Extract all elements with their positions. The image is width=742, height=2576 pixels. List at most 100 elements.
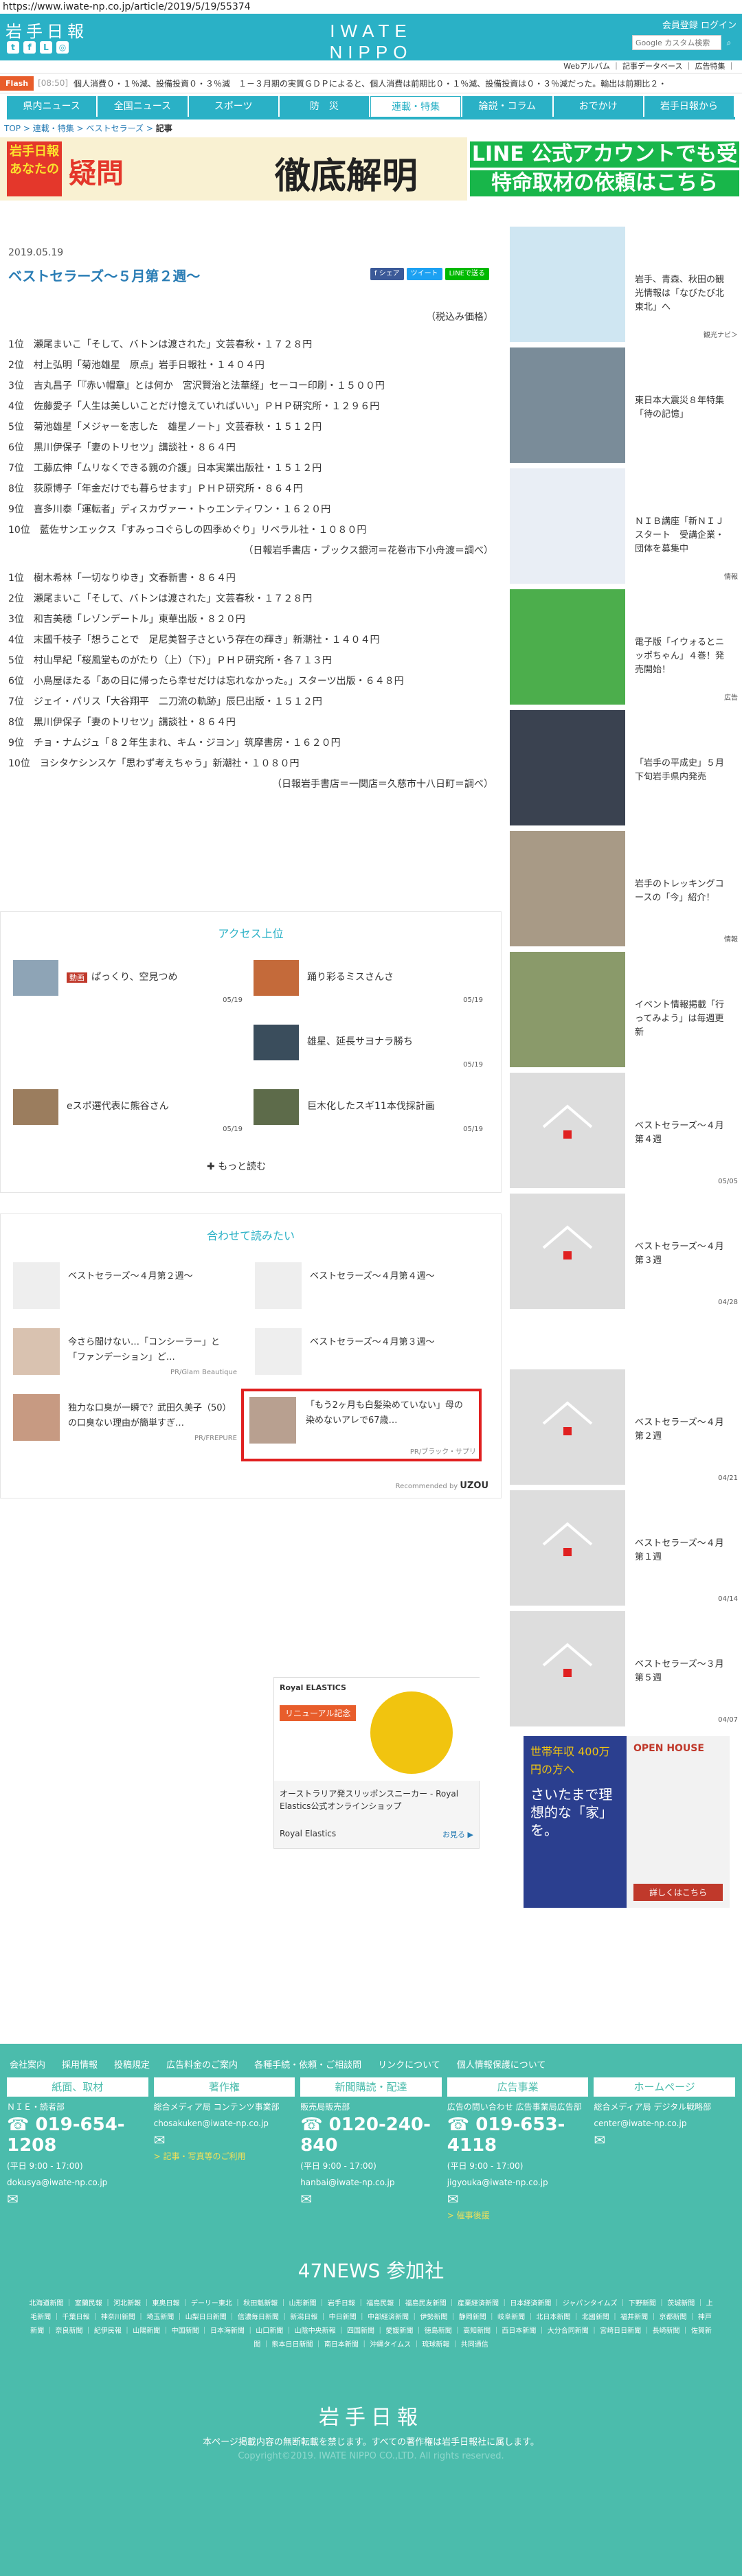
nav-item[interactable]: 県内ニュース bbox=[7, 96, 97, 117]
ranking-item: 4位 佐藤愛子「人生は美しいことだけ憶えていればいい」ＰＨＰ研究所・１２９６円 bbox=[8, 401, 380, 412]
banner-headline: 徹底解明 bbox=[275, 155, 418, 197]
flash-label: Flash bbox=[0, 76, 34, 91]
related-item[interactable]: ベストセラーズ～４月第２週～ bbox=[13, 1262, 240, 1310]
header-right: 会員登録 ログイン ⌕ bbox=[632, 18, 737, 50]
ranking-item: 8位 黒川伊保子「妻のトリセツ」講談社・８６４円 bbox=[8, 717, 236, 728]
side-item[interactable]: ベストセラーズ～４月第２週 04/21 bbox=[510, 1369, 742, 1488]
access-item[interactable]: eスポ選代表に熊谷さん 05/19 bbox=[13, 1089, 247, 1137]
access-item[interactable]: 動画 ぱっくり、空見つめ 05/19 bbox=[13, 960, 247, 1008]
line-share-button[interactable]: LINEで送る bbox=[445, 268, 489, 280]
email[interactable]: dokusya@iwate-np.co.jp bbox=[7, 2176, 148, 2189]
side-item[interactable]: 「岩手の平成史」５月下旬岩手県内発売 bbox=[510, 710, 742, 828]
side-title: イベント情報掲載「行ってみよう」は毎週更新 bbox=[635, 1000, 725, 1038]
line-banner[interactable]: LINE 公式アカウントでも受付 bbox=[470, 141, 739, 192]
side-tag: 広告 bbox=[724, 694, 738, 702]
footer-link[interactable]: 各種手続・依頼・ご相談問 bbox=[254, 2058, 361, 2071]
footer-col: 広告事業 広告の問い合わせ 広告事業局広告部 ☎ 019-653-4118 (平日 9… bbox=[447, 2077, 589, 2222]
instagram-icon[interactable]: ◎ bbox=[56, 41, 69, 54]
side-item[interactable]: ＮＩＢ講座「新ＮＩＪスタート 受講企業・団体を募集中 情報 bbox=[510, 468, 742, 586]
mail-icon[interactable]: ✉ bbox=[300, 2192, 442, 2206]
email[interactable]: center@iwate-np.co.jp bbox=[594, 2117, 735, 2130]
search-input[interactable] bbox=[632, 35, 721, 50]
breadcrumb-links[interactable]: TOP > 連載・特集 > ベストセラーズ > bbox=[4, 124, 156, 133]
search-button[interactable]: ⌕ bbox=[721, 35, 737, 50]
nav-item[interactable]: 全国ニュース bbox=[98, 96, 188, 117]
copyright: Copyright©2019. IWATE NIPPO CO.,LTD. All… bbox=[238, 2451, 504, 2461]
access-item-date: 05/19 bbox=[463, 1126, 483, 1133]
side-date: 04/21 bbox=[718, 1474, 738, 1482]
facebook-share-button[interactable]: f シェア bbox=[370, 268, 404, 280]
footer-link[interactable]: 会社案内 bbox=[10, 2058, 45, 2071]
side-item[interactable]: ベストセラーズ～４月第４週 05/05 bbox=[510, 1073, 742, 1191]
nav-item[interactable]: 岩手日報から bbox=[644, 96, 734, 117]
footer-link[interactable]: 個人情報保護について bbox=[457, 2058, 546, 2071]
related-item[interactable]: 今さら聞けない…「コンシーラー」と「ファンデーション」ど… PR/Glam Be… bbox=[13, 1328, 240, 1376]
line-icon[interactable]: L bbox=[40, 41, 52, 54]
access-item-text: ぱっくり、空見つめ bbox=[91, 972, 178, 983]
footer-link[interactable]: 投稿規定 bbox=[114, 2058, 150, 2071]
related-item[interactable]: 独力な口臭が一瞬で？武田久美子（50）の口臭ない理由が簡単すぎ… PR/FREP… bbox=[13, 1394, 240, 1442]
side-item[interactable]: ベストセラーズ～４月第３週 04/28 bbox=[510, 1194, 742, 1312]
side-item[interactable]: 岩手のトレッキングコースの「今」紹介！ 情報 bbox=[510, 831, 742, 949]
iwate-nippo-logo-icon bbox=[542, 1522, 593, 1556]
side-item[interactable]: イベント情報掲載「行ってみよう」は毎週更新 bbox=[510, 952, 742, 1070]
nav-item[interactable]: 論説・コラム bbox=[462, 96, 552, 117]
access-item[interactable]: 踊り彩るミスさんさ 05/19 bbox=[254, 960, 487, 1008]
footer-col-link[interactable]: > 記事・写真等のご利用 bbox=[154, 2150, 295, 2163]
mail-icon[interactable]: ✉ bbox=[154, 2133, 295, 2147]
email[interactable]: hanbai@iwate-np.co.jp bbox=[300, 2176, 442, 2189]
related-thumb bbox=[255, 1262, 302, 1309]
side-title: ベストセラーズ～４月第３週 bbox=[635, 1242, 724, 1266]
related-item-title: 今さら聞けない…「コンシーラー」と「ファンデーション」ど… bbox=[68, 1337, 221, 1363]
mail-icon[interactable]: ✉ bbox=[7, 2192, 148, 2206]
side-ad[interactable]: 世帯年収 400万円の方へ さいたまで理想的な「家」を。 OPEN HOUSE 詳し… bbox=[510, 1736, 742, 1915]
side-tag: 観光ナビ＞ bbox=[704, 332, 738, 339]
member-links[interactable]: 会員登録 ログイン bbox=[632, 18, 737, 31]
site-logo[interactable]: 岩手日報 bbox=[5, 18, 88, 42]
flash-text[interactable]: 個人消費０・１％減、設備投資０・３％減 １－３月期の実質ＧＤＰによると、個人消費… bbox=[74, 78, 742, 89]
ad-box[interactable]: Royal ELASTICS リニューアル記念 オーストラリア発スリッポンスニー… bbox=[273, 1677, 480, 1849]
related-item[interactable]: ベストセラーズ～４月第３週～ bbox=[255, 1328, 482, 1376]
footer-col-title: ホームページ bbox=[594, 2077, 735, 2097]
ranking-item: 10位 ヨシタケシンスケ「思わず考えちゃう」新潮社・１０８０円 bbox=[8, 758, 300, 769]
access-item[interactable]: 巨木化したスギ11本伐採計画 05/19 bbox=[254, 1089, 487, 1137]
tweet-button[interactable]: ツイート bbox=[406, 268, 442, 280]
side-item[interactable]: 東日本大震災８年特集「待の記憶」 bbox=[510, 347, 742, 466]
nav-item[interactable]: 防 災 bbox=[279, 96, 369, 117]
mail-icon[interactable]: ✉ bbox=[447, 2192, 589, 2206]
related-thumb bbox=[255, 1328, 302, 1375]
side-date: 04/07 bbox=[718, 1716, 738, 1724]
more-link[interactable]: ✚ もっと読む bbox=[207, 1159, 266, 1173]
side-ad-button[interactable]: 詳しくはこちら bbox=[633, 1884, 723, 1901]
footer-link[interactable]: 広告料金のご案内 bbox=[166, 2058, 238, 2071]
ranking-item: 1位 瀬尾まいこ「そして、バトンは渡された」文芸春秋・１７２８円 bbox=[8, 339, 313, 350]
email[interactable]: chosakuken@iwate-np.co.jp bbox=[154, 2117, 295, 2130]
footer-logo[interactable]: 岩手日報 bbox=[0, 2400, 742, 2430]
facebook-icon[interactable]: f bbox=[23, 41, 36, 54]
side-date: 04/28 bbox=[718, 1299, 738, 1306]
related-item-highlighted[interactable]: 「もう2ヶ月も白髪染めていない」母の染めないアレで67歳… PR/ブラック・サプ… bbox=[241, 1389, 482, 1461]
access-item[interactable]: 雄星、延長サヨナラ勝ち 05/19 bbox=[254, 1025, 487, 1073]
footer-link[interactable]: 採用情報 bbox=[62, 2058, 98, 2071]
side-item[interactable]: 岩手、青森、秋田の観光情報は「なびたび北東北」へ 観光ナビ＞ bbox=[510, 227, 742, 345]
request-banner[interactable]: 特命取材の依頼はこちら bbox=[470, 170, 739, 196]
feature-banner[interactable]: 岩手日報 あなたの 疑問 徹底解明 LINE 公式アカウントでも受付 特命取材の… bbox=[0, 137, 742, 201]
side-item[interactable]: ベストセラーズ～４月第１週 04/14 bbox=[510, 1490, 742, 1608]
twitter-icon[interactable]: t bbox=[7, 41, 19, 54]
ranking-item: 2位 瀬尾まいこ「そして、バトンは渡された」文芸春秋・１７２８円 bbox=[8, 593, 313, 604]
member-papers[interactable]: 北海道新聞 ｜ 室蘭民報 ｜ 河北新報 ｜ 東奥日報 ｜ デーリー東北 ｜ 秋田… bbox=[0, 2283, 742, 2352]
nav-item-active[interactable]: 連載・特集 bbox=[370, 96, 462, 117]
footer-link[interactable]: リンクについて bbox=[378, 2058, 440, 2071]
rec-label: Recommended by bbox=[395, 1483, 458, 1490]
related-item[interactable]: ベストセラーズ～４月第４週～ bbox=[255, 1262, 482, 1310]
nav-item[interactable]: おでかけ bbox=[553, 96, 643, 117]
ad-more-link[interactable]: お見る ▶ bbox=[442, 1829, 473, 1840]
side-item[interactable]: 電子版「イウォるとニッポちゃん」４巻！発売開始！ 広告 bbox=[510, 589, 742, 707]
nav-item[interactable]: スポーツ bbox=[188, 96, 278, 117]
access-item-title: 動画 ぱっくり、空見つめ bbox=[67, 970, 238, 983]
email[interactable]: jigyouka@iwate-np.co.jp bbox=[447, 2176, 589, 2189]
side-item[interactable]: ベストセラーズ～３月第５週 04/07 bbox=[510, 1611, 742, 1729]
mail-icon[interactable]: ✉ bbox=[594, 2133, 735, 2147]
side-date: 04/14 bbox=[718, 1595, 738, 1603]
footer-col-link[interactable]: > 催事後援 bbox=[447, 2209, 589, 2222]
